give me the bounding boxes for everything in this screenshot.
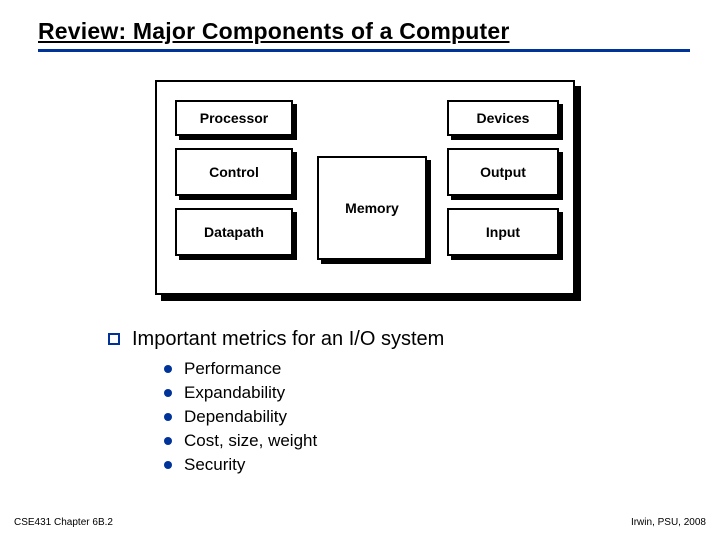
- list-item: Expandability: [164, 383, 628, 403]
- list-item: Security: [164, 455, 628, 475]
- main-bullet-text: Important metrics for an I/O system: [132, 328, 444, 351]
- disc-bullet-icon: [164, 389, 172, 397]
- list-item: Important metrics for an I/O system: [108, 328, 628, 351]
- memory-box: Memory: [317, 156, 427, 260]
- footer-left: CSE431 Chapter 6B.2: [14, 517, 113, 528]
- sub-bullet-text: Security: [184, 455, 245, 475]
- processor-header-box: Processor: [175, 100, 293, 136]
- datapath-box: Datapath: [175, 208, 293, 256]
- sub-bullet-text: Expandability: [184, 383, 285, 403]
- output-box: Output: [447, 148, 559, 196]
- devices-header-box: Devices: [447, 100, 559, 136]
- components-diagram: Processor Control Datapath Memory Device…: [155, 80, 575, 295]
- input-box: Input: [447, 208, 559, 256]
- footer-right: Irwin, PSU, 2008: [631, 517, 706, 528]
- disc-bullet-icon: [164, 437, 172, 445]
- sub-bullet-text: Dependability: [184, 407, 287, 427]
- bullet-section: Important metrics for an I/O system Perf…: [108, 328, 628, 479]
- list-item: Cost, size, weight: [164, 431, 628, 451]
- disc-bullet-icon: [164, 413, 172, 421]
- control-box: Control: [175, 148, 293, 196]
- sub-bullet-text: Cost, size, weight: [184, 431, 317, 451]
- disc-bullet-icon: [164, 461, 172, 469]
- list-item: Performance: [164, 359, 628, 379]
- list-item: Dependability: [164, 407, 628, 427]
- sub-bullet-text: Performance: [184, 359, 281, 379]
- slide-title: Review: Major Components of a Computer: [38, 18, 690, 52]
- square-bullet-icon: [108, 333, 120, 345]
- disc-bullet-icon: [164, 365, 172, 373]
